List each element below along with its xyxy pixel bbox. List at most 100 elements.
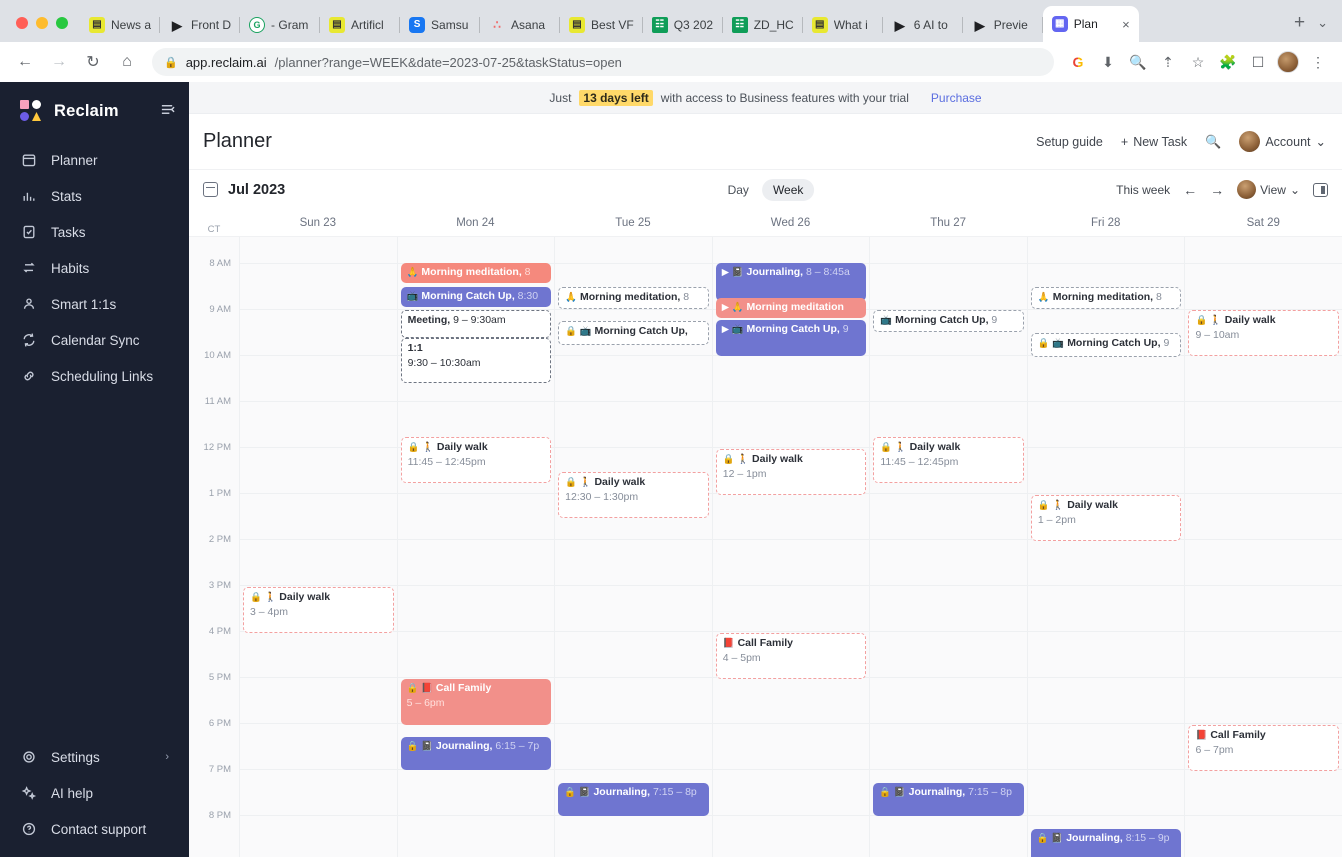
event-daily-walk[interactable]: 🔒 🚶 Daily walk 12:30 – 1:30pm — [558, 472, 709, 518]
browser-tab[interactable]: ▶ Previe — [963, 8, 1043, 42]
google-icon[interactable]: G — [1064, 48, 1092, 76]
browser-tab[interactable]: S Samsu — [400, 8, 481, 42]
address-bar[interactable]: 🔒 app.reclaim.ai/planner?range=WEEK&date… — [152, 48, 1054, 76]
sidebar-item-tasks[interactable]: Tasks — [0, 214, 189, 250]
new-task-button[interactable]: + New Task — [1121, 135, 1187, 149]
sidebar-item-habits[interactable]: Habits — [0, 250, 189, 286]
prev-week-button[interactable]: ← — [1183, 182, 1197, 198]
event-morning-meditation[interactable]: 🙏 Morning meditation, 8 — [400, 263, 552, 283]
event-daily-walk[interactable]: 🔒 🚶 Daily walk 11:45 – 12:45pm — [873, 437, 1024, 483]
browser-tab[interactable]: ∴ Asana — [480, 8, 561, 42]
close-icon[interactable]: × — [1120, 17, 1130, 32]
browser-tab[interactable]: ▶ 6 AI to — [883, 8, 963, 42]
event-journaling[interactable]: 🔒 📓 Journaling, 6:15 – 7p — [400, 737, 552, 770]
back-button[interactable]: ← — [10, 47, 40, 77]
account-menu[interactable]: Account ⌄ — [1239, 131, 1326, 152]
setup-guide-button[interactable]: Setup guide — [1036, 135, 1103, 149]
month-view-icon[interactable] — [203, 182, 218, 197]
event-morning-meditation[interactable]: 🙏 Morning meditation, 8 — [1030, 287, 1182, 309]
calendar-day-header[interactable]: Tue 25 — [554, 209, 712, 236]
event-morning-meditation[interactable]: ▶ 🙏 Morning meditation — [715, 298, 867, 318]
calendar-day-header[interactable]: Fri 28 — [1027, 209, 1185, 236]
zoom-icon[interactable]: 🔍 — [1124, 48, 1152, 76]
profile-avatar[interactable] — [1274, 48, 1302, 76]
calendar-day-header[interactable]: Wed 26 — [712, 209, 870, 236]
event-daily-walk[interactable]: 🔒 🚶 Daily walk 11:45 – 12:45pm — [400, 437, 552, 483]
sidebar-item-planner[interactable]: Planner — [0, 142, 189, 178]
browser-tabs[interactable]: ▤ News a ▶ Front D G - Gram ▤ Artificl S Samsu ∴ As… — [80, 6, 1282, 42]
event-journaling[interactable]: ▶ 📓 Journaling, 8 – 8:45a — [715, 263, 867, 301]
event-daily-walk[interactable]: 🔒 🚶 Daily walk 12 – 1pm — [715, 449, 867, 495]
maximize-window-button[interactable] — [56, 17, 68, 29]
reload-button[interactable]: ↻ — [78, 47, 108, 77]
event-morning-catch-up[interactable]: 🔒 📺 Morning Catch Up, — [558, 321, 709, 345]
calendar-day-column[interactable]: 🔒 🚶 Daily walk 3 – 4pm — [239, 237, 397, 857]
share-icon[interactable]: ⇡ — [1154, 48, 1182, 76]
tab-week[interactable]: Week — [761, 178, 815, 201]
event-daily-walk[interactable]: 🔒 🚶 Daily walk 1 – 2pm — [1030, 495, 1182, 541]
calendar-day-header[interactable]: Mon 24 — [397, 209, 555, 236]
this-week-button[interactable]: This week — [1116, 183, 1170, 197]
home-button[interactable]: ⌂ — [112, 47, 142, 77]
window-traffic-lights[interactable] — [8, 17, 80, 42]
event-daily-walk[interactable]: 🔒 🚶 Daily walk 9 – 10am — [1188, 310, 1340, 356]
browser-tab[interactable]: ▤ What i — [803, 8, 883, 42]
view-range-toggle[interactable]: Day Week — [717, 178, 815, 201]
calendar-day-column[interactable]: 🔒 🚶 Daily walk 9 – 10am 📕 Call Family 6 – 7pm — [1184, 237, 1342, 857]
calendar-day-header[interactable]: Sat 29 — [1184, 209, 1342, 236]
sidebar-collapse-icon[interactable] — [160, 102, 175, 120]
forward-button[interactable]: → — [44, 47, 74, 77]
calendar-month-group[interactable]: Jul 2023 — [203, 182, 285, 198]
event-daily-walk[interactable]: 🔒 🚶 Daily walk 3 – 4pm — [243, 587, 394, 633]
calendar-day-header[interactable]: Thu 27 — [869, 209, 1027, 236]
sidebar-item-calendar-sync[interactable]: Calendar Sync — [0, 322, 189, 358]
event-meeting[interactable]: Meeting, 9 – 9:30am — [400, 310, 552, 338]
calendar-days-area[interactable]: 🔒 🚶 Daily walk 3 – 4pm 🙏 Morning meditation,… — [239, 237, 1342, 857]
event-one-on-one[interactable]: 1:1 9:30 – 10:30am — [400, 338, 552, 383]
next-week-button[interactable]: → — [1210, 182, 1224, 198]
side-panel-icon[interactable]: ☐ — [1244, 48, 1272, 76]
event-morning-catch-up[interactable]: ▶ 📺 Morning Catch Up, 9 — [715, 320, 867, 356]
tab-day[interactable]: Day — [717, 179, 760, 201]
calendar-day-column[interactable]: ▶ 📓 Journaling, 8 – 8:45a ▶ 🙏 Morning medit… — [711, 237, 870, 857]
bookmark-star-icon[interactable]: ☆ — [1184, 48, 1212, 76]
extensions-icon[interactable]: 🧩 — [1214, 48, 1242, 76]
new-tab-button[interactable]: + — [1282, 12, 1317, 42]
event-morning-meditation[interactable]: 🙏 Morning meditation, 8 — [558, 287, 709, 309]
browser-tab[interactable]: G - Gram — [240, 8, 321, 42]
minimize-window-button[interactable] — [36, 17, 48, 29]
browser-tab[interactable]: ▤ Artificl — [320, 8, 401, 42]
view-selector[interactable]: View ⌄ — [1237, 180, 1300, 199]
event-morning-catch-up[interactable]: 🔒 📺 Morning Catch Up, 9 — [1030, 333, 1182, 357]
brand[interactable]: Reclaim — [0, 90, 189, 140]
browser-tab[interactable]: ▶ Front D — [160, 8, 241, 42]
calendar-day-column[interactable]: 📺 Morning Catch Up, 9 🔒 🚶 Daily walk 11:45 –… — [869, 237, 1027, 857]
tab-list-chevron-icon[interactable]: ⌄ — [1317, 15, 1342, 42]
chrome-menu-icon[interactable]: ⋮ — [1304, 48, 1332, 76]
event-morning-catch-up[interactable]: 📺 Morning Catch Up, 8:30 — [400, 287, 552, 307]
browser-tab[interactable]: ▤ News a — [80, 8, 161, 42]
event-morning-catch-up[interactable]: 📺 Morning Catch Up, 9 — [873, 310, 1024, 332]
event-call-family[interactable]: 📕 Call Family 6 – 7pm — [1188, 725, 1340, 771]
browser-tab[interactable]: ☷ ZD_HC — [723, 8, 803, 42]
calendar-day-header[interactable]: Sun 23 — [239, 209, 397, 236]
browser-tab[interactable]: ☷ Q3 202 — [643, 8, 723, 42]
close-window-button[interactable] — [16, 17, 28, 29]
browser-tab[interactable]: ▦ Plan × — [1042, 6, 1139, 42]
calendar-day-column[interactable]: 🙏 Morning meditation, 8 🔒 📺 Morning Catch U… — [1026, 237, 1185, 857]
browser-tab[interactable]: ▤ Best VF — [560, 8, 643, 42]
event-journaling[interactable]: 🔒 📓 Journaling, 7:15 – 8p — [873, 783, 1024, 816]
search-icon[interactable]: 🔍 — [1205, 134, 1221, 150]
sidebar-item-contact-support[interactable]: Contact support — [0, 811, 189, 847]
install-icon[interactable]: ⬇ — [1094, 48, 1122, 76]
side-panel-toggle-icon[interactable] — [1313, 182, 1328, 197]
event-journaling[interactable]: 🔒 📓 Journaling, 8:15 – 9p — [1030, 829, 1182, 857]
event-call-family[interactable]: 🔒 📕 Call Family 5 – 6pm — [400, 679, 552, 725]
sidebar-item-ai-help[interactable]: AI help — [0, 775, 189, 811]
sidebar-item-smart-1-1s[interactable]: Smart 1:1s — [0, 286, 189, 322]
event-journaling[interactable]: 🔒 📓 Journaling, 7:15 – 8p — [558, 783, 709, 816]
purchase-link[interactable]: Purchase — [931, 91, 982, 105]
sidebar-item-stats[interactable]: Stats — [0, 178, 189, 214]
sidebar-item-settings[interactable]: Settings › — [0, 739, 189, 775]
calendar-day-column[interactable]: 🙏 Morning meditation, 8 🔒 📺 Morning Catch U… — [554, 237, 712, 857]
